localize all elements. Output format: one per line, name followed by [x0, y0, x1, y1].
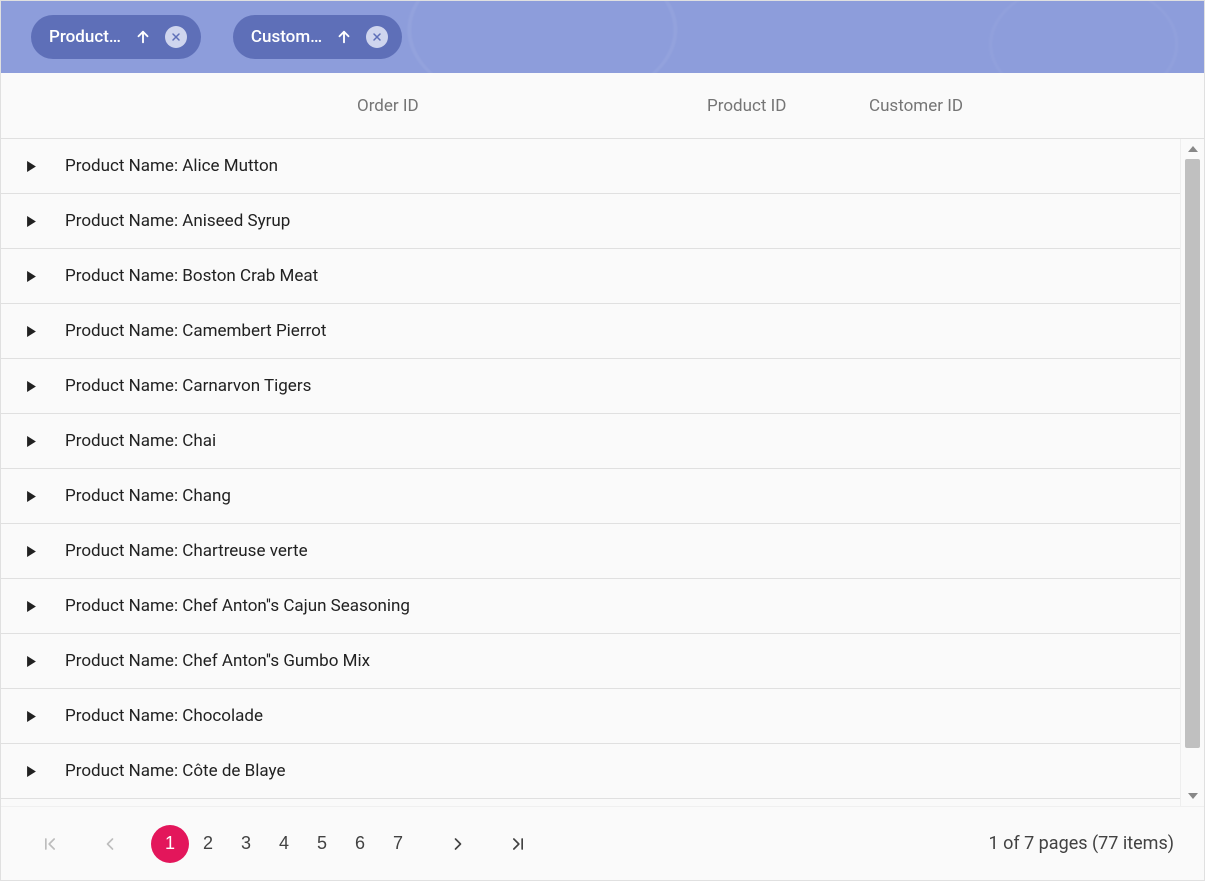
caret-right-icon[interactable]	[23, 158, 39, 174]
pager-first-button[interactable]	[31, 825, 69, 863]
pager-message: 1 of 7 pages (77 items)	[989, 833, 1174, 854]
column-header-order-id[interactable]: Order ID	[341, 96, 691, 116]
group-chip-customer-name[interactable]: Custom…	[233, 15, 402, 59]
caret-right-icon[interactable]	[23, 708, 39, 724]
pager-page-button[interactable]: 2	[189, 825, 227, 863]
group-row-label: Product Name: Aniseed Syrup	[65, 211, 290, 231]
group-row[interactable]: Product Name: Aniseed Syrup	[1, 194, 1180, 249]
column-header-product-id[interactable]: Product ID	[691, 96, 853, 116]
arrow-up-icon[interactable]	[133, 27, 153, 47]
group-row[interactable]: Product Name: Alice Mutton	[1, 139, 1180, 194]
group-chip-label: Product…	[49, 27, 121, 47]
caret-right-icon[interactable]	[23, 763, 39, 779]
close-icon[interactable]	[165, 26, 187, 48]
caret-right-icon[interactable]	[23, 323, 39, 339]
caret-right-icon[interactable]	[23, 433, 39, 449]
group-row[interactable]: Product Name: Carnarvon Tigers	[1, 359, 1180, 414]
pager-page-button[interactable]: 7	[379, 825, 417, 863]
group-row[interactable]: Product Name: Chocolade	[1, 689, 1180, 744]
group-chip-label: Custom…	[251, 27, 322, 47]
group-row-label: Product Name: Chai	[65, 431, 216, 451]
caret-right-icon[interactable]	[23, 268, 39, 284]
pager-page-button[interactable]: 4	[265, 825, 303, 863]
caret-right-icon[interactable]	[23, 653, 39, 669]
pager-controls: 1234567	[31, 825, 537, 863]
column-header-customer-id[interactable]: Customer ID	[853, 96, 1053, 116]
pager-prev-button[interactable]	[91, 825, 129, 863]
group-row-label: Product Name: Camembert Pierrot	[65, 321, 326, 341]
group-row[interactable]: Product Name: Camembert Pierrot	[1, 304, 1180, 359]
scroll-track[interactable]	[1185, 159, 1200, 786]
caret-right-icon[interactable]	[23, 543, 39, 559]
data-grid: Product… Custom… Order ID Product ID Cus…	[0, 0, 1205, 881]
group-chip-product-name[interactable]: Product…	[31, 15, 201, 59]
scroll-up-arrow-icon[interactable]	[1183, 141, 1203, 157]
pager-page-button[interactable]: 3	[227, 825, 265, 863]
pager: 1234567 1 of 7 pages (77 items)	[1, 806, 1204, 880]
column-header-row: Order ID Product ID Customer ID	[1, 73, 1204, 139]
group-row[interactable]: Product Name: Chai	[1, 414, 1180, 469]
group-row-label: Product Name: Carnarvon Tigers	[65, 376, 311, 396]
group-drop-area[interactable]: Product… Custom…	[1, 1, 1204, 73]
group-row-label: Product Name: Alice Mutton	[65, 156, 278, 176]
group-row[interactable]: Product Name: Chef Anton''s Cajun Season…	[1, 579, 1180, 634]
caret-right-icon[interactable]	[23, 488, 39, 504]
caret-right-icon[interactable]	[23, 213, 39, 229]
caret-right-icon[interactable]	[23, 378, 39, 394]
pager-last-button[interactable]	[499, 825, 537, 863]
caret-right-icon[interactable]	[23, 598, 39, 614]
pager-page-button[interactable]: 1	[151, 825, 189, 863]
arrow-up-icon[interactable]	[334, 27, 354, 47]
rows-viewport: Product Name: Alice Mutton Product Name: …	[1, 139, 1204, 806]
group-row[interactable]: Product Name: Chartreuse verte	[1, 524, 1180, 579]
scroll-thumb[interactable]	[1185, 159, 1200, 748]
group-row-label: Product Name: Chocolade	[65, 706, 263, 726]
pager-page-button[interactable]: 6	[341, 825, 379, 863]
close-icon[interactable]	[366, 26, 388, 48]
group-row-label: Product Name: Boston Crab Meat	[65, 266, 318, 286]
group-row-label: Product Name: Chef Anton''s Gumbo Mix	[65, 651, 370, 671]
pager-page-button[interactable]: 5	[303, 825, 341, 863]
group-row[interactable]: Product Name: Chang	[1, 469, 1180, 524]
pager-next-button[interactable]	[439, 825, 477, 863]
rows-inner: Product Name: Alice Mutton Product Name: …	[1, 139, 1180, 806]
group-row-label: Product Name: Chang	[65, 486, 231, 506]
group-row-label: Product Name: Chef Anton''s Cajun Season…	[65, 596, 410, 616]
group-row-label: Product Name: Côte de Blaye	[65, 761, 285, 781]
group-row-label: Product Name: Chartreuse verte	[65, 541, 308, 561]
group-row[interactable]: Product Name: Chef Anton''s Gumbo Mix	[1, 634, 1180, 689]
scroll-down-arrow-icon[interactable]	[1183, 788, 1203, 804]
group-row[interactable]: Product Name: Côte de Blaye	[1, 744, 1180, 799]
vertical-scrollbar[interactable]	[1180, 139, 1204, 806]
group-row[interactable]: Product Name: Boston Crab Meat	[1, 249, 1180, 304]
